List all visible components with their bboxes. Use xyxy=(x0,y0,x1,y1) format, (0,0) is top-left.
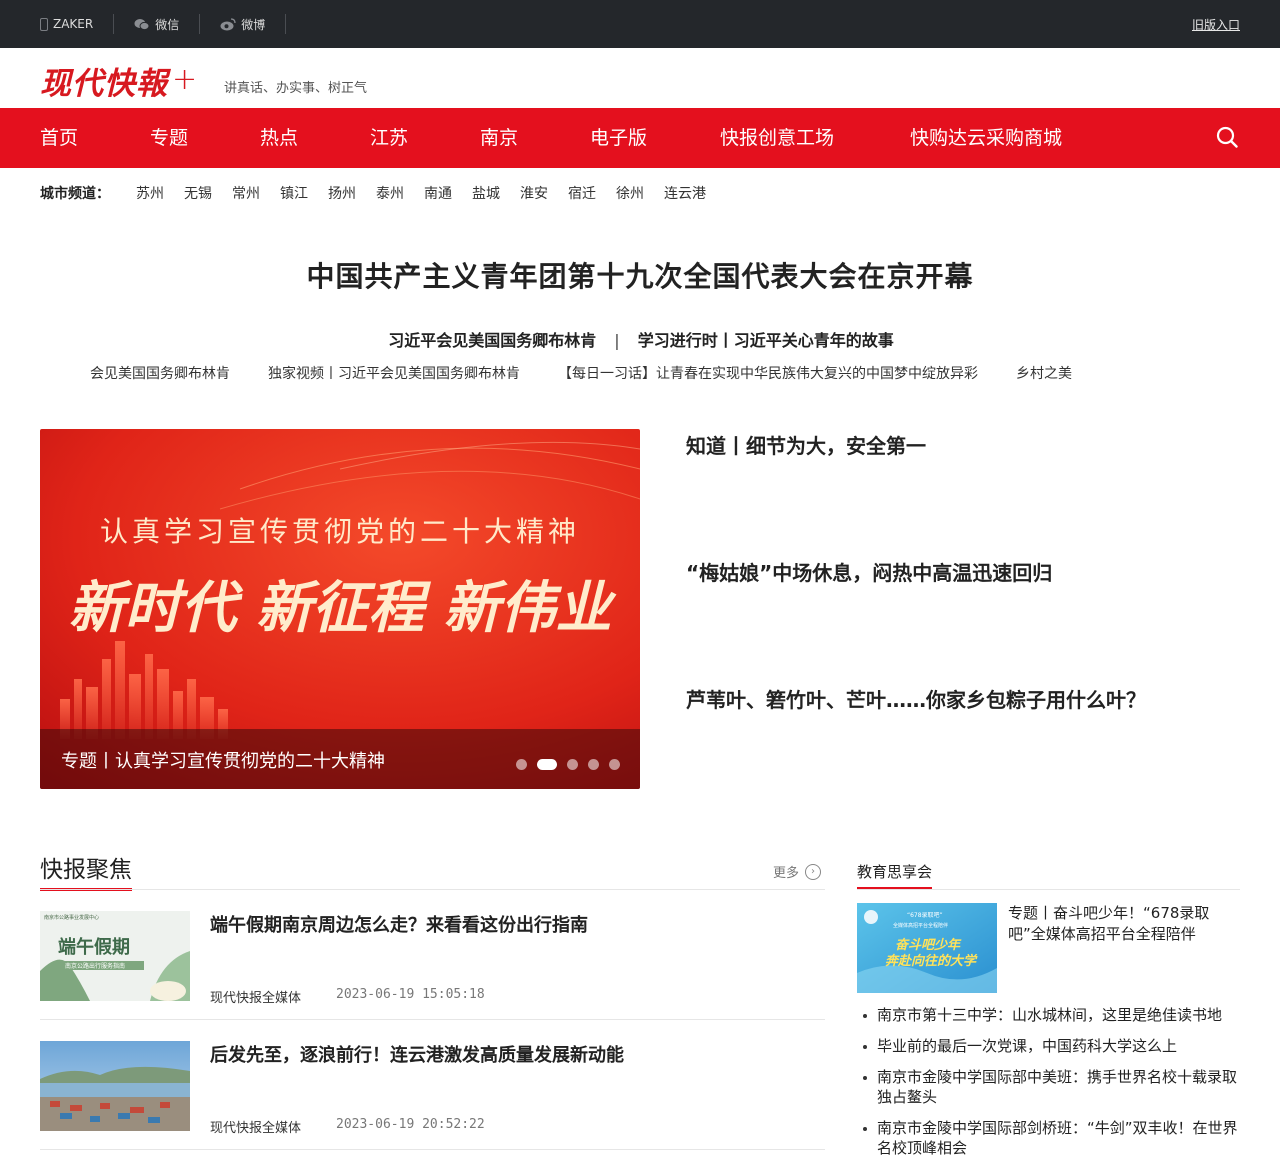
search-icon[interactable] xyxy=(1216,126,1238,148)
ticker-item[interactable]: 【每日一习话】让青春在实现中华民族伟大复兴的中国梦中绽放异彩 xyxy=(558,366,978,382)
city-item[interactable]: 盐城 xyxy=(472,183,500,203)
news-ticker: 会见美国国务卿布林肯 独家视频丨习近平会见美国国务卿布林肯 【每日一习话】让青春在实… xyxy=(90,363,1190,387)
city-item[interactable]: 镇江 xyxy=(280,183,308,203)
top-bar: ZAKER 微信 微博 旧版入口 xyxy=(0,0,1280,48)
slogan: 讲真话、办实事、树正气 xyxy=(224,81,368,96)
logo-plus: + xyxy=(172,62,198,97)
thumb-sub-text: 南京公路出行服务指南 xyxy=(65,962,125,970)
zaker-label: ZAKER xyxy=(53,17,94,31)
education-thumbnail[interactable]: “678录取吧” 全媒体高招平台全程陪伴 奋斗吧少年 奔赴向往的大学 xyxy=(857,903,997,993)
nav-item-nanjing[interactable]: 南京 xyxy=(480,108,518,168)
city-item[interactable]: 无锡 xyxy=(184,183,212,203)
nav-item-creative[interactable]: 快报创意工场 xyxy=(720,108,834,168)
education-list: 南京市第十三中学：山水城林间，这里是绝佳读书地 毕业前的最后一次党课，中国药科大… xyxy=(857,1005,1240,1167)
article-time: 2023-06-19 15:05:18 xyxy=(336,987,485,1002)
city-channels: 城市频道： 苏州 无锡 常州 镇江 扬州 泰州 南通 盐城 淮安 宿迁 徐州 连… xyxy=(40,181,726,205)
section-divider xyxy=(40,889,825,890)
more-label: 更多 xyxy=(773,866,800,881)
city-item[interactable]: 泰州 xyxy=(376,183,404,203)
article-thumbnail[interactable]: 南京市公路事业发展中心 端午假期 南京公路出行服务指南 xyxy=(40,911,190,1001)
edu-thumb-text-2: 奔赴向往的大学 xyxy=(885,953,978,969)
carousel-dot[interactable] xyxy=(588,759,599,770)
thumb-title-text: 端午假期 xyxy=(58,936,130,958)
article-time: 2023-06-19 20:52:22 xyxy=(336,1117,485,1132)
article-source: 现代快报全媒体 xyxy=(210,991,302,1006)
kuaibao-section-title: 快报聚焦 xyxy=(40,850,132,891)
education-section-title: 教育思享会 xyxy=(857,861,933,889)
old-version-link[interactable]: 旧版入口 xyxy=(1192,16,1240,33)
edu-thumb-small-2: 全媒体高招平台全程陪伴 xyxy=(893,922,948,929)
main-nav: 首页 专题 热点 江苏 南京 电子版 快报创意工场 快购达云采购商城 xyxy=(0,108,1280,168)
article-divider xyxy=(40,1019,825,1020)
site-header: 现代快報 + 讲真话、办实事、树正气 xyxy=(0,48,1280,108)
carousel-dot[interactable] xyxy=(567,759,578,770)
city-item[interactable]: 南通 xyxy=(424,183,452,203)
city-label: 城市频道： xyxy=(40,186,110,202)
nav-item-epaper[interactable]: 电子版 xyxy=(590,108,647,168)
carousel-caption-text[interactable]: 专题丨认真学习宣传贯彻党的二十大精神 xyxy=(61,747,385,773)
section-divider xyxy=(857,889,1240,890)
city-item[interactable]: 苏州 xyxy=(136,183,164,203)
carousel-dot[interactable] xyxy=(516,759,527,770)
city-item[interactable]: 常州 xyxy=(232,183,260,203)
side-news-item[interactable]: “梅姑娘”中场休息，闷热中高温迅速回归 xyxy=(686,557,1246,586)
carousel-dots xyxy=(516,759,620,770)
city-item[interactable]: 扬州 xyxy=(328,183,356,203)
separator: | xyxy=(614,331,620,350)
wechat-label: 微信 xyxy=(155,17,180,32)
city-item[interactable]: 宿迁 xyxy=(568,183,596,203)
feature-carousel[interactable]: 认真学习宣传贯彻党的二十大精神 新时代 新征程 新伟业 专题丨认真学习宣传贯彻党… xyxy=(40,429,640,789)
more-link[interactable]: 更多 › xyxy=(773,862,822,881)
edu-thumb-small: “678录取吧” xyxy=(907,911,943,919)
logo-text: 现代快報 xyxy=(40,65,168,102)
article-divider xyxy=(40,1149,825,1150)
nav-item-home[interactable]: 首页 xyxy=(40,108,78,168)
zaker-link[interactable]: ZAKER xyxy=(40,14,115,34)
ticker-item[interactable]: 乡村之美 xyxy=(1016,366,1072,382)
nav-item-jiangsu[interactable]: 江苏 xyxy=(370,108,408,168)
wechat-icon xyxy=(134,18,150,30)
article-title[interactable]: 端午假期南京周边怎么走？来看看这份出行指南 xyxy=(210,911,588,937)
weibo-label: 微博 xyxy=(241,17,266,32)
nav-item-hot[interactable]: 热点 xyxy=(260,108,298,168)
city-item[interactable]: 连云港 xyxy=(664,183,706,203)
education-feature-title[interactable]: 专题丨奋斗吧少年！“678录取吧”全媒体高招平台全程陪伴 xyxy=(1008,903,1228,945)
city-item[interactable]: 徐州 xyxy=(616,183,644,203)
sub-headlines: 习近平会见美国国务卿布林肯 | 学习进行时丨习近平关心青年的故事 xyxy=(0,327,1280,351)
top-headline[interactable]: 中国共产主义青年团第十九次全国代表大会在京开幕 xyxy=(0,255,1280,295)
banner-line-2: 新时代 新征程 新伟业 xyxy=(69,575,617,641)
carousel-caption: 专题丨认真学习宣传贯彻党的二十大精神 xyxy=(40,729,640,789)
ticker-item[interactable]: 独家视频丨习近平会见美国国务卿布林肯 xyxy=(268,366,520,382)
article-item[interactable]: 后发先至，逐浪前行！连云港激发高质量发展新动能 现代快报全媒体 2023-06-… xyxy=(40,1041,825,1151)
phone-icon xyxy=(40,17,48,31)
ticker-item[interactable]: 会见美国国务卿布林肯 xyxy=(90,366,230,382)
top-links: ZAKER 微信 微博 xyxy=(40,0,287,48)
nav-item-mall[interactable]: 快购达云采购商城 xyxy=(910,108,1062,168)
side-news-item[interactable]: 芦苇叶、箬竹叶、芒叶……你家乡包粽子用什么叶？ xyxy=(686,684,1246,713)
article-source: 现代快报全媒体 xyxy=(210,1121,302,1136)
weibo-icon xyxy=(220,17,236,30)
nav-item-topics[interactable]: 专题 xyxy=(150,108,188,168)
side-news-item[interactable]: 知道丨细节为大，安全第一 xyxy=(686,430,1246,459)
list-item[interactable]: 南京市金陵中学国际部剑桥班：“牛剑”双丰收！在世界名校顶峰相会 xyxy=(857,1118,1240,1158)
edu-thumb-text: 奋斗吧少年 xyxy=(895,937,962,953)
carousel-dot[interactable] xyxy=(609,759,620,770)
list-item[interactable]: 毕业前的最后一次党课，中国药科大学这么上 xyxy=(857,1036,1240,1056)
weibo-link[interactable]: 微博 xyxy=(200,14,287,34)
chevron-right-icon: › xyxy=(805,863,822,880)
list-item[interactable]: 南京市第十三中学：山水城林间，这里是绝佳读书地 xyxy=(857,1005,1240,1025)
article-thumbnail[interactable] xyxy=(40,1041,190,1131)
education-feature[interactable]: “678录取吧” 全媒体高招平台全程陪伴 奋斗吧少年 奔赴向往的大学 专题丨奋斗… xyxy=(857,903,1240,995)
banner-line-1: 认真学习宣传贯彻党的二十大精神 xyxy=(100,515,580,548)
site-logo[interactable]: 现代快報 + xyxy=(40,60,198,102)
thumb-small-text: 南京市公路事业发展中心 xyxy=(44,914,99,921)
carousel-dot-active[interactable] xyxy=(537,759,557,770)
sub-headline-link[interactable]: 习近平会见美国国务卿布林肯 xyxy=(388,331,596,350)
city-item[interactable]: 淮安 xyxy=(520,183,548,203)
sub-headline-link[interactable]: 学习进行时丨习近平关心青年的故事 xyxy=(638,331,894,350)
article-title[interactable]: 后发先至，逐浪前行！连云港激发高质量发展新动能 xyxy=(210,1041,624,1067)
list-item[interactable]: 南京市金陵中学国际部中美班：携手世界名校十载录取独占鳌头 xyxy=(857,1067,1240,1107)
article-item[interactable]: 南京市公路事业发展中心 端午假期 南京公路出行服务指南 端午假期南京周边怎么走？… xyxy=(40,911,825,1021)
wechat-link[interactable]: 微信 xyxy=(114,14,201,34)
